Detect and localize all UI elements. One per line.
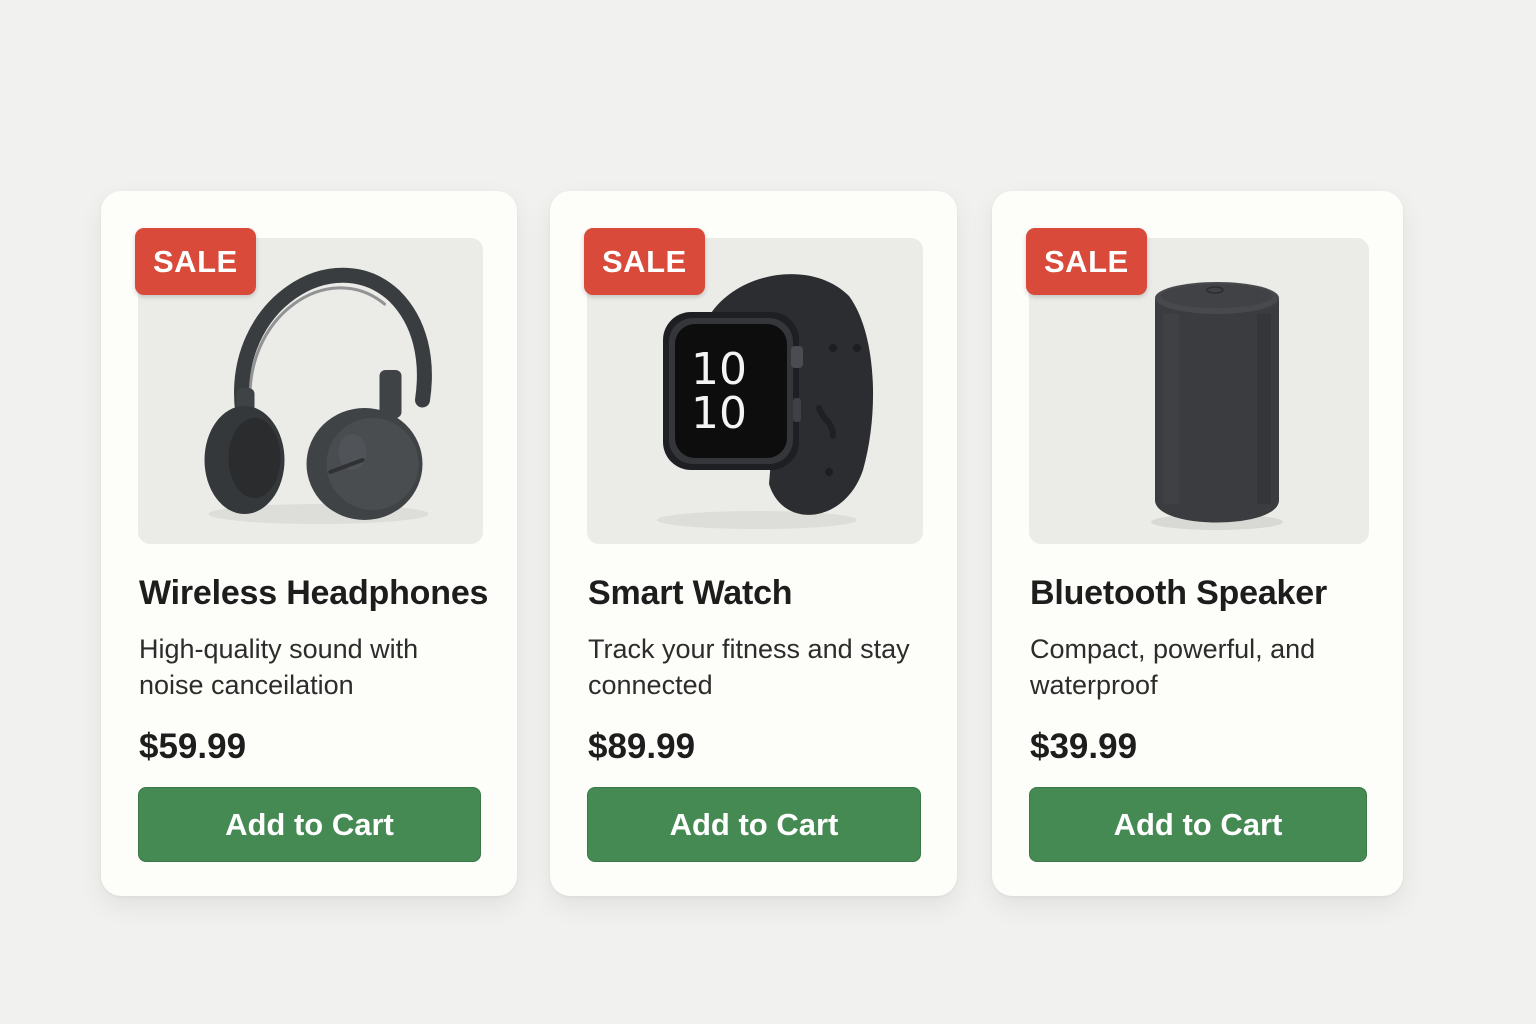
watch-minutes: 10 — [691, 388, 747, 439]
add-to-cart-button[interactable]: Add to Cart — [1029, 787, 1367, 862]
product-description: Compact, powerful, and waterproof — [1030, 634, 1316, 700]
sale-badge: SALE — [1026, 228, 1147, 295]
product-description: Track your fitness and stay connected — [588, 634, 910, 700]
product-title: Wireless Headphones — [139, 574, 489, 612]
sale-badge: SALE — [135, 228, 256, 295]
product-price: $59.99 — [139, 727, 247, 766]
product-card: SALE Bluetooth Speaker Compact, powerful… — [992, 191, 1403, 896]
add-to-cart-button[interactable]: Add to Cart — [587, 787, 921, 862]
product-card: SALE Wireless Headphones High-quality so… — [101, 191, 517, 896]
add-to-cart-button[interactable]: Add to Cart — [138, 787, 481, 862]
product-price: $39.99 — [1030, 727, 1138, 766]
product-price: $89.99 — [588, 727, 696, 766]
product-title: Smart Watch — [588, 574, 793, 612]
product-card: SALE 10 10 Smart Watch Track your fitnes… — [550, 191, 957, 896]
product-title: Bluetooth Speaker — [1030, 574, 1327, 612]
sale-badge: SALE — [584, 228, 705, 295]
product-description: High-quality sound with noise canceilati… — [139, 634, 419, 700]
